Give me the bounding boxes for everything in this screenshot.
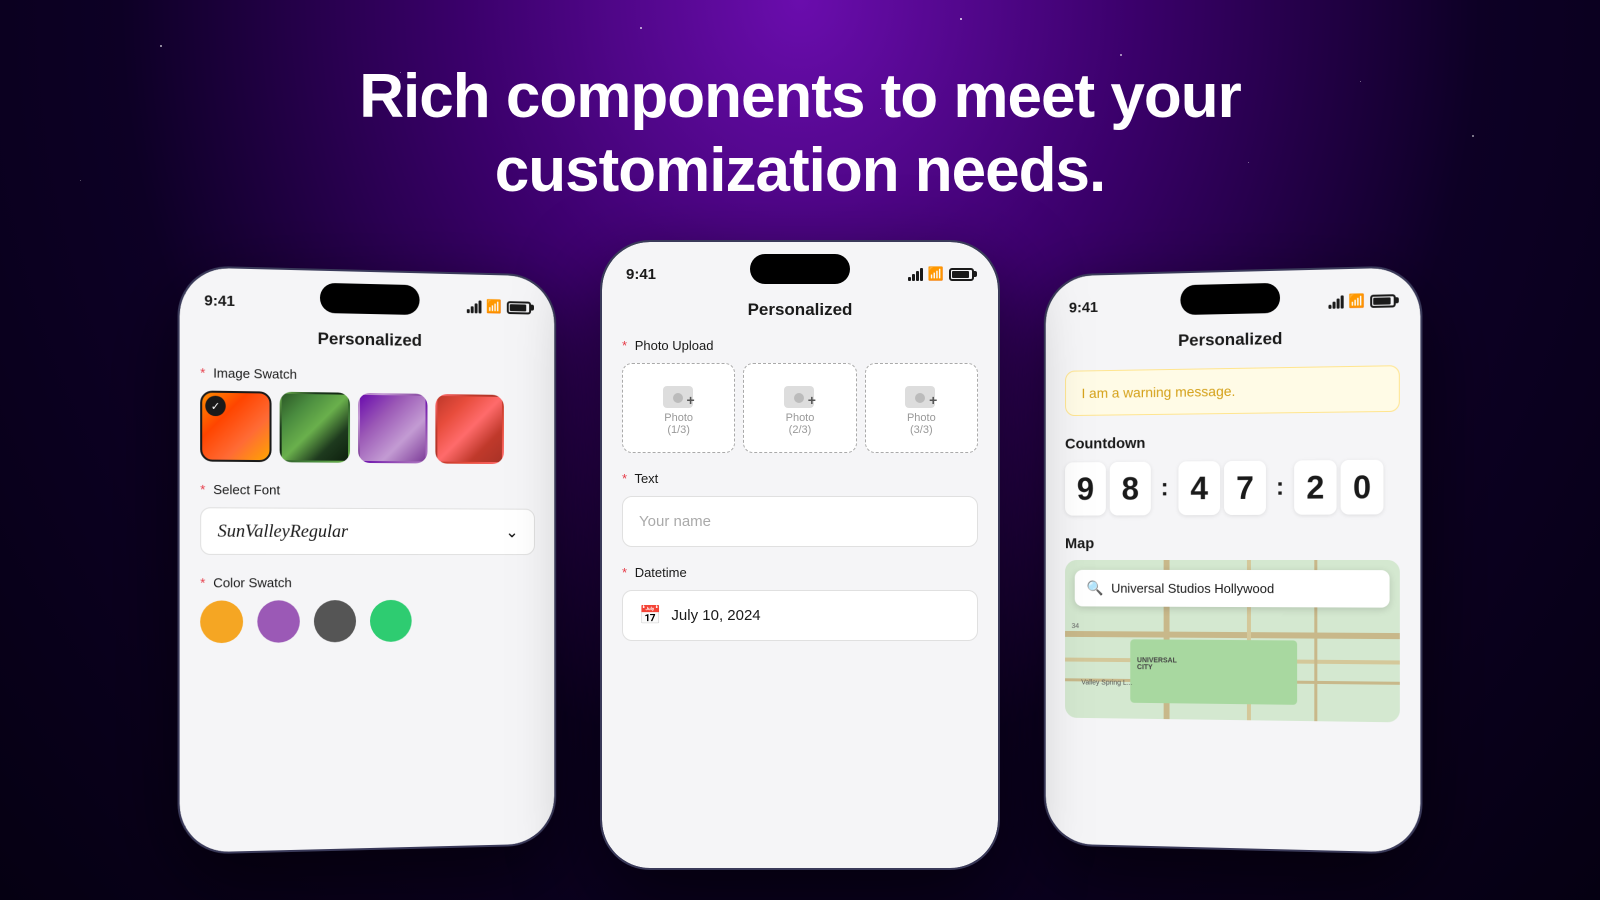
datetime-value: July 10, 2024	[671, 607, 760, 624]
phones-container: 9:41 📶 Personalized	[0, 240, 1600, 870]
photo-icon-1: +	[663, 380, 695, 408]
phone-left-content: Personalized * Image Swatch ✓ *	[180, 318, 555, 853]
photo-upload-label: * Photo Upload	[622, 338, 978, 353]
countdown-group-3: 2 0	[1294, 460, 1383, 515]
phone-right-content: Personalized I am a warning message. Cou…	[1046, 318, 1421, 853]
photo-box-1[interactable]: + Photo (1/3)	[622, 363, 735, 453]
color-teal[interactable]	[370, 600, 412, 642]
required-star-text: *	[622, 471, 627, 486]
countdown-digit-2: 8	[1110, 462, 1151, 516]
phone-left: 9:41 📶 Personalized	[178, 265, 557, 855]
datetime-box[interactable]: 📅 July 10, 2024	[622, 590, 978, 641]
time-right: 9:41	[1069, 299, 1098, 316]
font-value: SunValleyRegular	[218, 520, 348, 541]
signal-icon-left	[467, 300, 482, 313]
check-badge: ✓	[205, 396, 225, 417]
dynamic-island-right	[1180, 283, 1280, 315]
photo-icon-3: +	[905, 380, 937, 408]
required-star-datetime: *	[622, 565, 627, 580]
status-icons-center: 📶	[908, 266, 974, 282]
countdown-digit-5: 2	[1294, 460, 1336, 515]
screen-title-center: Personalized	[622, 300, 978, 320]
font-label: * Select Font	[200, 482, 535, 499]
swatch-4[interactable]	[435, 394, 504, 464]
chevron-down-icon: ⌄	[505, 522, 518, 542]
countdown-grid: 9 8 : 4 7 : 2 0	[1065, 460, 1400, 516]
color-orange[interactable]	[200, 600, 243, 643]
color-dark[interactable]	[314, 600, 356, 642]
time-left: 9:41	[204, 292, 235, 310]
swatch-2[interactable]	[280, 392, 350, 463]
image-swatch-grid: ✓	[200, 391, 535, 465]
countdown-digit-3: 4	[1178, 461, 1220, 515]
text-placeholder: Your name	[639, 513, 711, 530]
calendar-icon: 📅	[639, 605, 661, 626]
countdown-digit-1: 9	[1065, 462, 1106, 516]
map-container: Camarillo St W Oai 34 UNIVERSALCITY Vall…	[1065, 560, 1400, 722]
screen-title-left: Personalized	[200, 327, 535, 353]
dynamic-island-center	[750, 254, 850, 284]
phone-right-screen: 9:41 📶 Personalized	[1046, 267, 1421, 853]
battery-icon-center	[949, 268, 974, 281]
swatch-3[interactable]	[358, 393, 427, 464]
phone-center-content: Personalized * Photo Upload + Photo (1	[602, 292, 998, 868]
phone-left-screen: 9:41 📶 Personalized	[180, 267, 555, 853]
color-swatch-row	[200, 599, 535, 643]
headline: Rich components to meet your customizati…	[0, 60, 1600, 209]
color-swatch-label: * Color Swatch	[200, 575, 535, 591]
countdown-sep-1: :	[1159, 462, 1171, 516]
photo-box-2[interactable]: + Photo (2/3)	[743, 363, 856, 453]
wifi-icon-right: 📶	[1349, 293, 1365, 310]
dynamic-island-left	[320, 283, 420, 315]
map-search-text: Universal Studios Hollywood	[1111, 581, 1274, 596]
time-center: 9:41	[626, 266, 656, 283]
countdown-group-2: 4 7	[1178, 461, 1266, 516]
font-selector[interactable]: SunValleyRegular ⌄	[200, 507, 535, 555]
page-header: Rich components to meet your customizati…	[0, 60, 1600, 209]
wifi-icon-center: 📶	[928, 266, 944, 282]
countdown-sep-2: :	[1274, 461, 1286, 515]
battery-icon-left	[507, 301, 531, 314]
required-star-photo: *	[622, 338, 627, 353]
countdown-digit-6: 0	[1341, 460, 1384, 515]
countdown-label: Countdown	[1065, 432, 1400, 452]
image-swatch-label: * Image Swatch	[200, 365, 535, 385]
phone-center: 9:41 📶 Personalized	[600, 240, 1000, 870]
map-label: Map	[1065, 535, 1400, 552]
phone-center-screen: 9:41 📶 Personalized	[602, 242, 998, 868]
countdown-digit-4: 7	[1224, 461, 1266, 515]
warning-box: I am a warning message.	[1065, 365, 1400, 416]
text-input[interactable]: Your name	[622, 496, 978, 547]
signal-icon-right	[1328, 295, 1343, 308]
photo-box-3[interactable]: + Photo (3/3)	[865, 363, 978, 453]
required-star-color: *	[200, 575, 205, 590]
search-icon-map: 🔍	[1086, 580, 1103, 597]
screen-title-right: Personalized	[1065, 327, 1400, 353]
signal-icon-center	[908, 268, 923, 281]
text-label: * Text	[622, 471, 978, 486]
datetime-label: * Datetime	[622, 565, 978, 580]
battery-icon-right	[1370, 294, 1396, 308]
countdown-group-1: 9 8	[1065, 462, 1151, 516]
status-icons-left: 📶	[467, 298, 531, 315]
required-star-font: *	[200, 482, 205, 497]
phone-right: 9:41 📶 Personalized	[1044, 265, 1423, 855]
status-icons-right: 📶	[1328, 292, 1395, 310]
map-search-bar[interactable]: 🔍 Universal Studios Hollywood	[1075, 570, 1390, 608]
swatch-1[interactable]: ✓	[200, 391, 271, 463]
wifi-icon-left: 📶	[486, 299, 502, 315]
warning-message: I am a warning message.	[1082, 383, 1236, 401]
color-purple[interactable]	[257, 600, 300, 643]
required-star-swatch: *	[200, 365, 205, 380]
photo-upload-row: + Photo (1/3) + Photo (2/3)	[622, 363, 978, 453]
photo-icon-2: +	[784, 380, 816, 408]
